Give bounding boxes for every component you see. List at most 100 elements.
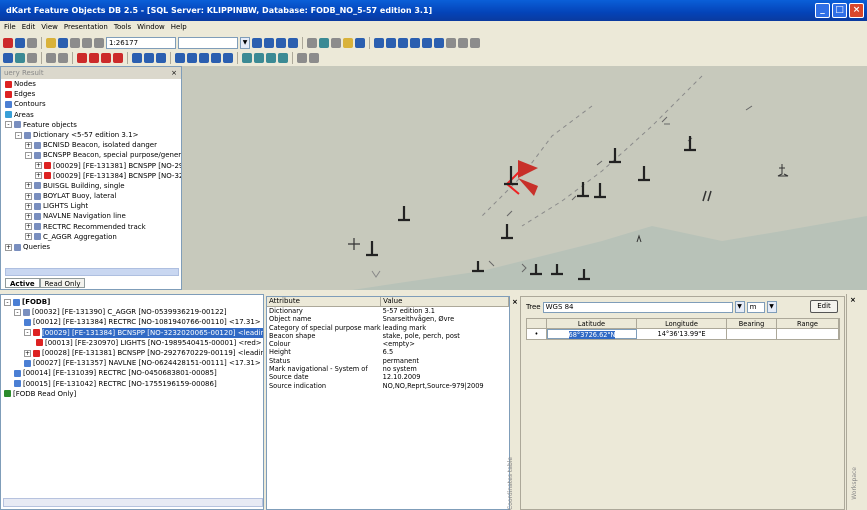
- tool-icon[interactable]: [446, 37, 456, 48]
- tool-icon[interactable]: [27, 52, 37, 63]
- tool-icon[interactable]: [410, 37, 420, 48]
- close-button[interactable]: ×: [849, 3, 864, 18]
- expand-icon[interactable]: +: [25, 182, 32, 190]
- collapse-icon[interactable]: -: [24, 329, 31, 337]
- tool-icon[interactable]: [309, 52, 319, 63]
- pan-icon[interactable]: [94, 37, 104, 48]
- collapse-icon[interactable]: -: [4, 298, 11, 306]
- table-row[interactable]: Status permanent: [267, 357, 509, 365]
- tool-icon[interactable]: [101, 52, 111, 63]
- tree-node[interactable]: + LIGHTS Light: [3, 201, 181, 211]
- chevron-down-icon[interactable]: ▼: [240, 36, 250, 49]
- unit-select[interactable]: m: [746, 301, 765, 313]
- table-row[interactable]: • 68°3726.62"N 14°36'13.99"E: [527, 329, 839, 339]
- tool-icon[interactable]: [223, 52, 233, 63]
- tool-icon[interactable]: [458, 37, 468, 48]
- close-icon[interactable]: ×: [512, 298, 518, 306]
- tree-node[interactable]: + C_AGGR Aggregation: [3, 232, 181, 242]
- tool-icon[interactable]: [58, 37, 68, 48]
- tree-node[interactable]: Areas: [3, 110, 181, 120]
- tool-icon[interactable]: [297, 52, 307, 63]
- expand-icon[interactable]: +: [25, 213, 32, 221]
- tool-icon[interactable]: [254, 52, 264, 63]
- horizontal-scrollbar[interactable]: [5, 268, 179, 276]
- table-row[interactable]: Height 6.5: [267, 348, 509, 356]
- table-row[interactable]: Object name Snarseithvågen, Øvre: [267, 315, 509, 323]
- menu-help[interactable]: Help: [171, 21, 187, 34]
- column-header-range[interactable]: Range: [777, 319, 839, 328]
- arrow-right-icon[interactable]: [264, 37, 274, 48]
- tool-icon[interactable]: [355, 37, 365, 48]
- bearing-cell[interactable]: [727, 329, 777, 339]
- horizontal-scrollbar[interactable]: [3, 498, 263, 507]
- scale-dropdown[interactable]: [178, 36, 238, 49]
- tree-node[interactable]: - BCNSPP Beacon, special purpose/general: [3, 150, 181, 160]
- menu-tools[interactable]: Tools: [114, 21, 131, 34]
- close-icon[interactable]: ×: [171, 67, 177, 79]
- table-row[interactable]: Beacon shape stake, pole, perch, post: [267, 332, 509, 340]
- tool-icon[interactable]: [266, 52, 276, 63]
- tree-node[interactable]: + BCNISD Beacon, isolated danger: [3, 140, 181, 150]
- table-row[interactable]: Colour <empty>: [267, 340, 509, 348]
- tab-active[interactable]: Active: [5, 278, 40, 288]
- menu-presentation[interactable]: Presentation: [64, 21, 108, 34]
- tool-icon[interactable]: [278, 52, 288, 63]
- expand-icon[interactable]: +: [25, 223, 32, 231]
- map-canvas[interactable]: [182, 66, 867, 290]
- expand-icon[interactable]: +: [25, 141, 32, 149]
- tool-icon[interactable]: [386, 37, 396, 48]
- tool-icon[interactable]: [242, 52, 252, 63]
- tool-icon[interactable]: [343, 37, 353, 48]
- tree-root[interactable]: [FODB Read Only]: [4, 389, 263, 399]
- edit-button[interactable]: Edit: [810, 300, 838, 313]
- column-header-value[interactable]: Value: [380, 297, 509, 307]
- zoom-in-icon[interactable]: [70, 37, 80, 48]
- close-icon[interactable]: ×: [850, 296, 856, 304]
- collapse-icon[interactable]: -: [5, 121, 12, 129]
- table-row[interactable]: Mark navigational - System of no system: [267, 365, 509, 373]
- table-row[interactable]: Category of special purpose mark leading …: [267, 324, 509, 332]
- tool-icon[interactable]: [211, 52, 221, 63]
- column-header-bearing[interactable]: Bearing: [727, 319, 777, 328]
- tool-icon[interactable]: [199, 52, 209, 63]
- save-icon[interactable]: [27, 37, 37, 48]
- tool-icon[interactable]: [187, 52, 197, 63]
- collapse-icon[interactable]: -: [15, 131, 22, 139]
- tree-node[interactable]: Edges: [3, 89, 181, 99]
- tree-node[interactable]: [00012] [FE-131384] RECTRC [NO-108194076…: [4, 317, 263, 327]
- tree-node[interactable]: - Feature objects: [3, 120, 181, 130]
- expand-icon[interactable]: +: [35, 162, 42, 170]
- chart-map-view[interactable]: [182, 66, 867, 290]
- tree-node[interactable]: - [00032] [FE-131390] C_AGGR [NO-05399362…: [4, 307, 263, 317]
- arrow-up-icon[interactable]: [276, 37, 286, 48]
- column-header-latitude[interactable]: Latitude: [547, 319, 637, 328]
- tree-node[interactable]: [00014] [FE-131039] RECTRC [NO-045068380…: [4, 368, 263, 378]
- expand-icon[interactable]: +: [24, 349, 31, 357]
- scale-input[interactable]: 1:26177: [106, 36, 176, 49]
- zoom-out-icon[interactable]: [82, 37, 92, 48]
- open-icon[interactable]: [46, 37, 56, 48]
- menu-edit[interactable]: Edit: [22, 21, 36, 34]
- redo-icon[interactable]: [58, 52, 68, 63]
- tool-icon[interactable]: [132, 52, 142, 63]
- tree-node[interactable]: + BOYLAT Buoy, lateral: [3, 191, 181, 201]
- tree-node[interactable]: + [00028] [FE-131381] BCNSPP [NO-29276702…: [4, 348, 263, 358]
- menu-file[interactable]: File: [4, 21, 16, 34]
- tree-node[interactable]: [00015] [FE-131042] RECTRC [NO-175519615…: [4, 379, 263, 389]
- datum-select[interactable]: WGS 84: [542, 301, 733, 313]
- expand-icon[interactable]: +: [25, 202, 32, 210]
- chevron-down-icon[interactable]: ▼: [766, 301, 777, 313]
- arrow-left-icon[interactable]: [252, 37, 262, 48]
- tree-node[interactable]: + RECTRC Recommended track: [3, 222, 181, 232]
- table-row[interactable]: Source indication NO,NO,Reprt,Source-979|…: [267, 382, 509, 390]
- column-header-attribute[interactable]: Attribute: [267, 297, 382, 307]
- tool-icon[interactable]: [307, 37, 317, 48]
- menu-view[interactable]: View: [41, 21, 58, 34]
- tool-icon[interactable]: [3, 37, 13, 48]
- arrow-down-icon[interactable]: [288, 37, 298, 48]
- tree-node[interactable]: [00027] [FE-131357] NAVLNE [NO-062442815…: [4, 358, 263, 368]
- latitude-field[interactable]: 68°3726.62"N: [547, 329, 637, 339]
- menu-window[interactable]: Window: [137, 21, 165, 34]
- collapse-icon[interactable]: -: [25, 151, 32, 159]
- tool-icon[interactable]: [319, 37, 329, 48]
